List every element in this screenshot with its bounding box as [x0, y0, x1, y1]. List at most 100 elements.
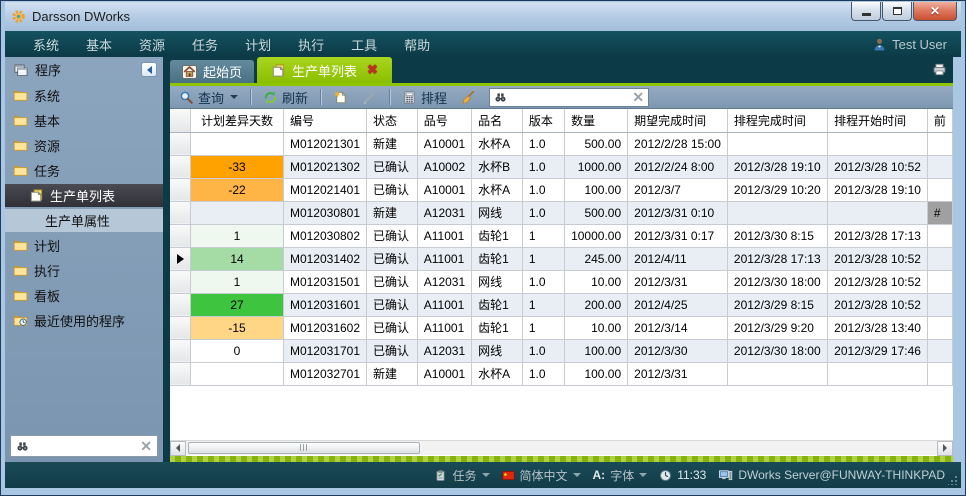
- sidebar-item[interactable]: 看板: [5, 284, 163, 307]
- cell-diff: [191, 132, 284, 155]
- table-row[interactable]: 0M012031701已确认A12031网线1.0100.002012/3/30…: [170, 339, 953, 362]
- sidebar-item-label: 执行: [34, 261, 60, 280]
- table-row[interactable]: 1M012030802已确认A11001齿轮1110000.002012/3/3…: [170, 224, 953, 247]
- language-dropdown[interactable]: 简体中文: [502, 467, 581, 484]
- menu-item[interactable]: 计划: [235, 31, 281, 58]
- sidebar-item[interactable]: 执行: [5, 259, 163, 282]
- column-header-sched_end[interactable]: 排程完成时间: [727, 109, 827, 132]
- menu-item[interactable]: 执行: [288, 31, 334, 58]
- cell-code: M012030801: [283, 201, 366, 224]
- column-header-diff[interactable]: 计划差异天数: [191, 109, 284, 132]
- toolbar-separator: [389, 89, 390, 105]
- menu-item[interactable]: 工具: [341, 31, 387, 58]
- table-row[interactable]: -22M012021401已确认A10001水杯A1.0100.002012/3…: [170, 178, 953, 201]
- sidebar-search-input[interactable]: [34, 439, 135, 453]
- menu-item[interactable]: 系统: [23, 31, 69, 58]
- sidebar-collapse-button[interactable]: [141, 62, 157, 77]
- new-button[interactable]: [328, 89, 353, 106]
- row-selector[interactable]: [170, 247, 191, 270]
- cell-expected: 2012/2/28 15:00: [628, 132, 728, 155]
- table-row[interactable]: 14M012031402已确认A11001齿轮11245.002012/4/11…: [170, 247, 953, 270]
- menu-item[interactable]: 基本: [76, 31, 122, 58]
- column-header-status[interactable]: 状态: [367, 109, 418, 132]
- table-row[interactable]: M012030801新建A12031网线1.0500.002012/3/31 0…: [170, 201, 953, 224]
- row-selector[interactable]: [170, 224, 191, 247]
- sidebar-item[interactable]: 最近使用的程序: [5, 309, 163, 332]
- row-selector[interactable]: [170, 178, 191, 201]
- font-label: 字体: [610, 467, 634, 484]
- row-selector[interactable]: [170, 270, 191, 293]
- window-title: Darsson DWorks: [32, 9, 130, 24]
- cell-item_name: 网线: [472, 270, 523, 293]
- menu-item[interactable]: 资源: [129, 31, 175, 58]
- cell-sched_start: [828, 362, 928, 385]
- maximize-button[interactable]: [882, 2, 912, 21]
- table-row[interactable]: 1M012031501已确认A12031网线1.010.002012/3/312…: [170, 270, 953, 293]
- cell-sched_start: 2012/3/28 13:40: [828, 316, 928, 339]
- row-selector[interactable]: [170, 132, 191, 155]
- scroll-left-button[interactable]: [170, 441, 186, 456]
- cell-diff: -33: [191, 155, 284, 178]
- cell-item_name: 水杯A: [472, 362, 523, 385]
- table-row[interactable]: M012021301新建A10001水杯A1.0500.002012/2/28 …: [170, 132, 953, 155]
- printer-icon[interactable]: [932, 62, 947, 77]
- table-row[interactable]: -33M012021302已确认A10002水杯B1.01000.002012/…: [170, 155, 953, 178]
- scrollbar-track[interactable]: [186, 441, 937, 456]
- cell-item_name: 齿轮1: [472, 247, 523, 270]
- tab-close-icon[interactable]: ✖: [367, 62, 378, 78]
- clean-button[interactable]: [456, 89, 481, 106]
- column-header-version[interactable]: 版本: [522, 109, 564, 132]
- schedule-button[interactable]: 排程: [397, 87, 452, 108]
- row-selector[interactable]: [170, 339, 191, 362]
- sidebar-item[interactable]: 生产单列表: [5, 184, 163, 207]
- menu-item[interactable]: 任务: [182, 31, 228, 58]
- clear-search-icon[interactable]: ✕: [632, 90, 644, 104]
- resize-grip[interactable]: [948, 475, 958, 485]
- menu-bar: 系统基本资源任务计划执行工具帮助 Test User: [5, 31, 961, 57]
- row-selector[interactable]: [170, 201, 191, 224]
- font-dropdown[interactable]: A: 字体: [593, 467, 648, 484]
- edit-button[interactable]: [357, 89, 382, 106]
- table-row[interactable]: 27M012031601已确认A11001齿轮11200.002012/4/25…: [170, 293, 953, 316]
- column-header-item_name[interactable]: 品名: [472, 109, 523, 132]
- column-header-extra[interactable]: 前: [927, 109, 952, 132]
- cell-sched_start: [828, 132, 928, 155]
- sidebar-item[interactable]: 计划: [5, 234, 163, 257]
- close-button[interactable]: ✕: [913, 2, 957, 21]
- sidebar-item[interactable]: 系统: [5, 84, 163, 107]
- column-header-item_no[interactable]: 品号: [417, 109, 471, 132]
- row-selector[interactable]: [170, 155, 191, 178]
- user-area[interactable]: Test User: [872, 31, 947, 57]
- row-selector[interactable]: [170, 316, 191, 339]
- sidebar-item[interactable]: 资源: [5, 134, 163, 157]
- column-header-qty[interactable]: 数量: [565, 109, 628, 132]
- server-label: DWorks Server@FUNWAY-THINKPAD: [738, 468, 945, 482]
- sidebar-item[interactable]: 基本: [5, 109, 163, 132]
- cell-extra: [927, 155, 952, 178]
- column-header-sched_start[interactable]: 排程开始时间: [828, 109, 928, 132]
- scrollbar-thumb[interactable]: [188, 442, 420, 454]
- folder-icon: [13, 138, 28, 153]
- toolbar-search-input[interactable]: [511, 90, 628, 104]
- query-button[interactable]: 查询: [174, 87, 243, 108]
- menu-item[interactable]: 帮助: [394, 31, 440, 58]
- clear-search-icon[interactable]: ✕: [140, 439, 152, 453]
- cell-code: M012031701: [283, 339, 366, 362]
- column-header-expected[interactable]: 期望完成时间: [628, 109, 728, 132]
- minimize-button[interactable]: [851, 2, 881, 21]
- table-row[interactable]: M012032701新建A10001水杯A1.0100.002012/3/31: [170, 362, 953, 385]
- tab-production-order-list[interactable]: 生产单列表 ✖: [257, 57, 392, 83]
- cell-version: 1.0: [522, 339, 564, 362]
- tab-start-page[interactable]: 起始页: [170, 60, 254, 83]
- scroll-right-button[interactable]: [937, 441, 953, 456]
- row-selector[interactable]: [170, 362, 191, 385]
- sidebar-item-label: 基本: [34, 111, 60, 130]
- sidebar-item[interactable]: 生产单属性: [5, 209, 163, 232]
- refresh-button[interactable]: 刷新: [258, 87, 313, 108]
- task-dropdown[interactable]: 任务: [434, 467, 489, 484]
- column-header-code[interactable]: 编号: [283, 109, 366, 132]
- row-selector[interactable]: [170, 293, 191, 316]
- horizontal-scrollbar[interactable]: [170, 440, 953, 455]
- sidebar-item[interactable]: 任务: [5, 159, 163, 182]
- table-row[interactable]: -15M012031602已确认A11001齿轮1110.002012/3/14…: [170, 316, 953, 339]
